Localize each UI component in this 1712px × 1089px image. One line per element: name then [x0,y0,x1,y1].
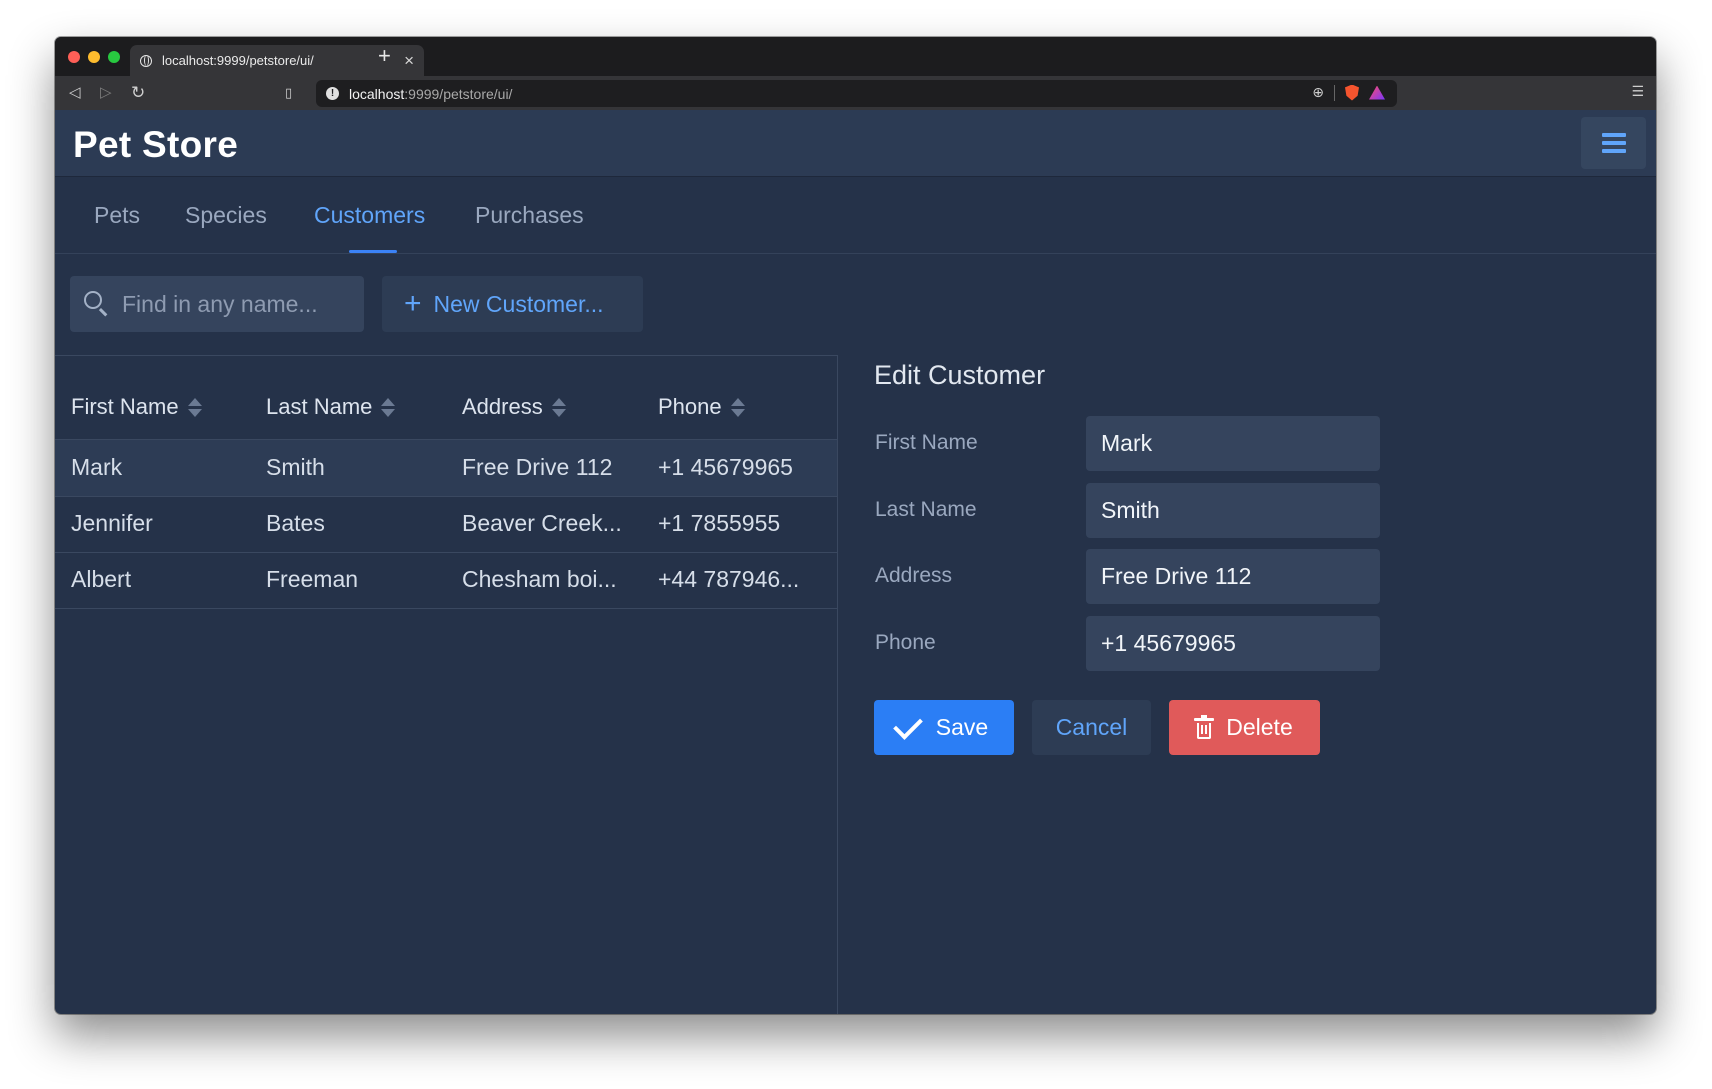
save-button[interactable]: Save [874,700,1014,755]
column-header-label: Last Name [266,394,373,419]
url-host: localhost [349,85,405,102]
cell-address: Chesham boi... [462,566,617,592]
cell-address: Free Drive 112 [462,454,613,480]
tab-customers[interactable]: Customers [314,202,425,229]
address-bar-actions: ⊕ [1312,84,1385,101]
plus-icon: + [404,287,422,320]
cell-phone: +1 7855955 [658,510,781,536]
tab-species[interactable]: Species [185,202,267,229]
browser-tab-title: localhost:9999/petstore/ui/ [162,53,314,68]
cell-phone: +1 45679965 [658,454,793,480]
site-info-icon[interactable]: ! [326,87,339,100]
globe-icon [140,54,152,67]
new-customer-label: New Customer... [433,290,604,317]
table-row[interactable]: Albert Freeman Chesham boi... +44 787946… [55,552,837,609]
active-tab-indicator [349,250,397,253]
last-name-field[interactable] [1086,483,1380,538]
edit-panel-title: Edit Customer [874,360,1046,390]
save-label: Save [935,714,989,740]
browser-toolbar: ◁ ▷ ↻ ▯ ! localhost :9999/petstore/ui/ ⊕… [55,76,1656,110]
address-field[interactable] [1086,549,1380,604]
cell-last-name: Freeman [266,566,359,592]
phone-label: Phone [875,631,936,654]
search-box[interactable] [70,276,364,332]
zoom-icon[interactable]: ⊕ [1312,84,1324,101]
divider [1334,84,1335,101]
phone-field[interactable] [1086,616,1380,671]
maximize-window-button[interactable] [108,51,120,63]
cell-last-name: Smith [266,454,325,480]
browser-window: localhost:9999/petstore/ui/ × + ◁ ▷ ↻ ▯ … [55,37,1656,1014]
url-path: :9999/petstore/ui/ [404,85,513,102]
search-icon [84,291,102,309]
column-header-label: Phone [658,394,722,419]
last-name-label: Last Name [875,498,977,521]
tab-purchases[interactable]: Purchases [475,202,584,229]
column-header-label: First Name [71,394,179,419]
new-tab-button[interactable]: + [378,45,391,67]
delete-label: Delete [1226,714,1293,740]
column-header-first-name[interactable]: First Name [71,394,202,420]
cancel-button[interactable]: Cancel [1032,700,1151,755]
column-header-phone[interactable]: Phone [658,394,745,420]
sort-icon [730,397,745,417]
reload-icon[interactable]: ↻ [131,83,145,103]
hamburger-icon [1602,133,1626,137]
sort-icon [381,397,396,417]
tab-close-icon[interactable]: × [404,52,414,69]
back-icon[interactable]: ◁ [69,83,81,103]
column-header-label: Address [462,394,543,419]
trash-icon [1194,714,1215,739]
cancel-label: Cancel [1055,714,1128,740]
customers-table: First Name Last Name Address Phone Mark … [55,355,838,1014]
address-bar[interactable]: ! localhost :9999/petstore/ui/ ⊕ [316,80,1397,107]
app-header: Pet Store [55,110,1656,177]
column-header-address[interactable]: Address [462,394,566,420]
rewards-icon[interactable] [1369,85,1385,100]
main-tabs: Pets Species Customers Purchases [55,177,1656,254]
table-row[interactable]: Mark Smith Free Drive 112 +1 45679965 [55,440,837,497]
new-customer-button[interactable]: + New Customer... [382,276,643,332]
address-label: Address [875,564,953,587]
close-window-button[interactable] [68,51,80,63]
cell-phone: +44 787946... [658,566,800,592]
browser-menu-icon[interactable]: ☰ [1631,83,1644,100]
menu-button[interactable] [1581,117,1646,169]
sort-icon [187,397,202,417]
browser-tab-strip: localhost:9999/petstore/ui/ × + [55,37,1656,76]
minimize-window-button[interactable] [88,51,100,63]
column-header-last-name[interactable]: Last Name [266,394,396,420]
bookmark-icon[interactable]: ▯ [285,83,292,103]
first-name-label: First Name [875,431,978,454]
cell-first-name: Albert [71,566,132,592]
sort-icon [551,397,566,417]
delete-button[interactable]: Delete [1169,700,1320,755]
table-row[interactable]: Jennifer Bates Beaver Creek... +1 785595… [55,496,837,553]
tab-pets[interactable]: Pets [94,202,140,229]
forward-icon[interactable]: ▷ [100,83,112,103]
first-name-field[interactable] [1086,416,1380,471]
search-input[interactable] [122,276,354,332]
cell-address: Beaver Creek... [462,510,622,536]
check-icon [892,709,923,740]
cell-first-name: Jennifer [71,510,153,536]
cell-first-name: Mark [71,454,123,480]
app-title: Pet Store [73,124,239,165]
cell-last-name: Bates [266,510,325,536]
brave-shield-icon[interactable] [1345,84,1359,101]
